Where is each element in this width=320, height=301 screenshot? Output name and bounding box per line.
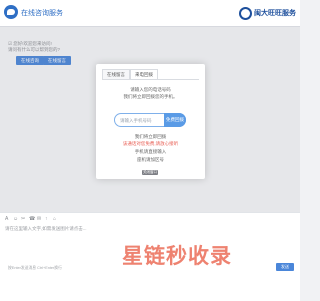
callback-modal: 在线留言 来电回拨 请输入您的电话号码 我们将立即回拨您的手机。 免费回拨 我们… bbox=[96, 64, 205, 179]
phone-input[interactable] bbox=[120, 116, 160, 125]
home-icon[interactable]: ⌂ bbox=[53, 216, 56, 222]
app-title: 在线咨询服务 bbox=[21, 10, 63, 17]
tab-divider bbox=[102, 79, 199, 80]
message-icon[interactable]: ✉ bbox=[37, 216, 41, 222]
chat-logo-icon bbox=[4, 5, 18, 19]
free-callback-button[interactable]: 免费回拨 bbox=[164, 113, 186, 127]
emoji-icon[interactable]: ☺ bbox=[13, 216, 18, 222]
upload-icon[interactable]: ↑ bbox=[45, 216, 48, 222]
phone-icon[interactable]: ☎ bbox=[29, 216, 35, 222]
send-button[interactable]: 发送 bbox=[276, 263, 294, 271]
brand-logo: 闽大旺旺服务 bbox=[239, 6, 296, 20]
callback-intro: 请输入您的电话号码 bbox=[130, 87, 171, 92]
callback-intro: 我们将立即回拨您的手机。 bbox=[123, 94, 178, 99]
close-window-button[interactable]: 关闭窗口 bbox=[142, 170, 158, 175]
top-bar: 在线咨询服务 闽大旺旺服务 bbox=[0, 0, 300, 27]
watermark-text: 星链秒收录 bbox=[122, 244, 232, 268]
phone-field: 免费回拨 bbox=[114, 113, 186, 127]
brand-globe-icon bbox=[239, 6, 252, 20]
callback-status: 我们将立即回拨 bbox=[134, 134, 167, 139]
font-icon[interactable]: A bbox=[5, 216, 8, 222]
callback-hint: 座机请加区号 bbox=[137, 157, 164, 162]
screenshot-icon[interactable]: ✂ bbox=[21, 216, 25, 222]
callback-free-notice: 该通话对您免费,请放心接听 bbox=[122, 141, 179, 146]
callback-hint: 手机请直接输入 bbox=[134, 149, 167, 154]
input-footer-hint: 按Enter发送消息 Ctrl+Enter换行 bbox=[8, 266, 62, 270]
brand-name: 闽大旺旺服务 bbox=[254, 10, 296, 17]
